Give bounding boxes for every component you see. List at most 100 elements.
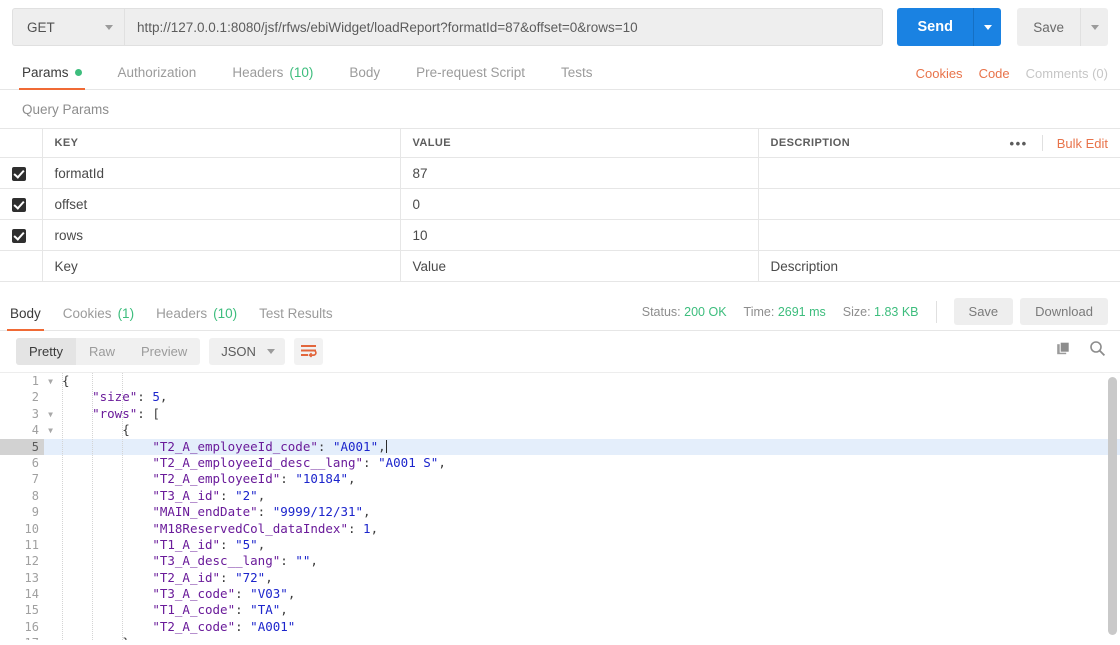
- line-number: 10: [24, 521, 39, 536]
- comments-link[interactable]: Comments (0): [1026, 66, 1108, 81]
- cookies-link[interactable]: Cookies: [916, 66, 963, 81]
- search-icon: [1090, 341, 1106, 357]
- send-button[interactable]: Send: [897, 8, 974, 46]
- param-key[interactable]: rows: [42, 219, 401, 251]
- view-mode-preview[interactable]: Preview: [128, 338, 200, 365]
- code-line: 13 "T2_A_id": "72",: [0, 570, 1120, 586]
- response-tab-body[interactable]: Body: [7, 306, 44, 331]
- save-options-button[interactable]: [1080, 8, 1108, 46]
- table-row: offset 0: [0, 188, 1120, 220]
- code-text: {: [62, 373, 70, 388]
- download-response-button[interactable]: Download: [1020, 298, 1108, 325]
- save-button-group: Save: [1017, 8, 1108, 46]
- code-vertical-scrollbar[interactable]: [1108, 377, 1117, 635]
- line-number: 13: [24, 570, 39, 585]
- response-tab-test-results[interactable]: Test Results: [259, 306, 333, 330]
- bulk-edit-button[interactable]: Bulk Edit: [1043, 136, 1108, 151]
- column-header-description: DESCRIPTION ••• Bulk Edit: [758, 128, 1120, 158]
- tab-pre-request-script[interactable]: Pre-request Script: [416, 65, 525, 89]
- tab-label: Headers: [156, 306, 208, 321]
- save-response-button[interactable]: Save: [953, 298, 1014, 325]
- param-value[interactable]: 10: [400, 219, 759, 251]
- time-meta: Time: 2691 ms: [744, 305, 826, 319]
- code-line: 15 "T1_A_code": "TA",: [0, 602, 1120, 618]
- code-text: "T3_A_desc__lang": "",: [152, 553, 318, 569]
- code-text: "M18ReservedCol_dataIndex": 1,: [152, 520, 379, 536]
- code-text: {: [122, 422, 130, 438]
- time-label: Time:: [743, 304, 775, 319]
- code-line: 4 ▼ {: [0, 422, 1120, 438]
- send-options-button[interactable]: [973, 8, 1002, 46]
- size-value: 1.83 KB: [874, 304, 919, 319]
- param-description[interactable]: [758, 157, 1120, 189]
- tab-body[interactable]: Body: [349, 65, 380, 89]
- search-button[interactable]: [1089, 340, 1106, 362]
- fold-arrow-icon[interactable]: ▼: [44, 406, 57, 423]
- param-description[interactable]: [758, 188, 1120, 220]
- new-param-value-input[interactable]: Value: [400, 250, 759, 282]
- fold-arrow-icon[interactable]: ▼: [44, 373, 57, 390]
- line-number: 5: [0, 438, 44, 455]
- response-tab-headers[interactable]: Headers (10): [156, 306, 237, 330]
- row-checkbox-cell: [0, 219, 43, 251]
- unsaved-dot-icon: [74, 69, 82, 76]
- code-text: "T1_A_id": "5",: [152, 536, 266, 552]
- code-text: "T2_A_employeeId": "10184",: [152, 471, 356, 487]
- new-param-key-input[interactable]: Key: [42, 250, 401, 282]
- time-value: 2691 ms: [777, 304, 826, 319]
- tab-count: (10): [289, 65, 314, 80]
- code-text: "T3_A_id": "2",: [152, 487, 266, 503]
- line-number: 11: [24, 537, 39, 552]
- word-wrap-toggle[interactable]: [293, 338, 323, 365]
- response-format-select[interactable]: JSON: [209, 338, 285, 365]
- checkbox-checked-icon[interactable]: [12, 228, 26, 243]
- code-text: "T2_A_employeeId_desc__lang": "A001 S",: [152, 454, 446, 470]
- response-tab-bar: Body Cookies (1) Headers (10) Test Resul…: [0, 295, 1120, 331]
- tab-label: Pre-request Script: [416, 65, 525, 80]
- tab-label: Test Results: [259, 306, 333, 321]
- request-url-bar: GET http://127.0.0.1:8080/jsf/rfws/ebiWi…: [0, 0, 1120, 55]
- copy-icon: [1057, 341, 1070, 354]
- save-request-button[interactable]: Save: [1017, 8, 1080, 46]
- size-meta: Size: 1.83 KB: [843, 305, 919, 319]
- line-number: 8: [31, 488, 39, 503]
- tab-tests[interactable]: Tests: [561, 65, 593, 89]
- line-number: 6: [31, 455, 39, 470]
- param-description[interactable]: [758, 219, 1120, 251]
- response-view-toolbar: Pretty Raw Preview JSON: [0, 331, 1120, 372]
- checkbox-checked-icon[interactable]: [12, 197, 26, 212]
- code-text: "T2_A_id": "72",: [152, 569, 273, 585]
- table-row: rows 10: [0, 219, 1120, 251]
- query-params-table: KEY VALUE DESCRIPTION ••• Bulk Edit form…: [0, 128, 1120, 282]
- column-header-description-label: DESCRIPTION: [770, 137, 851, 149]
- tab-params[interactable]: Params: [19, 65, 85, 90]
- response-toolbar-actions: [1056, 340, 1106, 362]
- tab-count: (10): [213, 306, 238, 321]
- url-input[interactable]: http://127.0.0.1:8080/jsf/rfws/ebiWidget…: [124, 8, 884, 46]
- view-mode-pretty[interactable]: Pretty: [16, 338, 76, 365]
- status-value: 200 OK: [684, 304, 727, 319]
- view-mode-raw[interactable]: Raw: [76, 338, 128, 365]
- new-param-description-input[interactable]: Description: [758, 250, 1120, 282]
- query-params-title: Query Params: [22, 102, 110, 117]
- response-body-code-viewer[interactable]: 1 ▼{2 "size": 5, 3 ▼ "rows": [4 ▼ {5 "T2_A_e…: [0, 372, 1120, 640]
- param-key[interactable]: offset: [42, 188, 401, 220]
- tab-headers[interactable]: Headers (10): [232, 65, 313, 89]
- param-value[interactable]: 87: [400, 157, 759, 189]
- column-header-checkbox: [0, 128, 43, 158]
- status-meta: Status: 200 OK: [642, 305, 727, 319]
- copy-button[interactable]: [1056, 341, 1072, 362]
- fold-arrow-icon[interactable]: ▼: [44, 422, 57, 439]
- code-link[interactable]: Code: [979, 66, 1010, 81]
- more-options-icon[interactable]: •••: [996, 137, 1042, 150]
- url-text: http://127.0.0.1:8080/jsf/rfws/ebiWidget…: [137, 19, 638, 35]
- line-number: 15: [24, 603, 39, 618]
- tab-authorization[interactable]: Authorization: [118, 65, 197, 89]
- code-line: 9 "MAIN_endDate": "9999/12/31",: [0, 504, 1120, 520]
- param-key[interactable]: formatId: [42, 157, 401, 189]
- param-value[interactable]: 0: [400, 188, 759, 220]
- response-tab-cookies[interactable]: Cookies (1): [63, 306, 134, 330]
- checkbox-checked-icon[interactable]: [12, 166, 26, 181]
- tab-label: Authorization: [117, 65, 197, 80]
- http-method-select[interactable]: GET: [12, 8, 124, 46]
